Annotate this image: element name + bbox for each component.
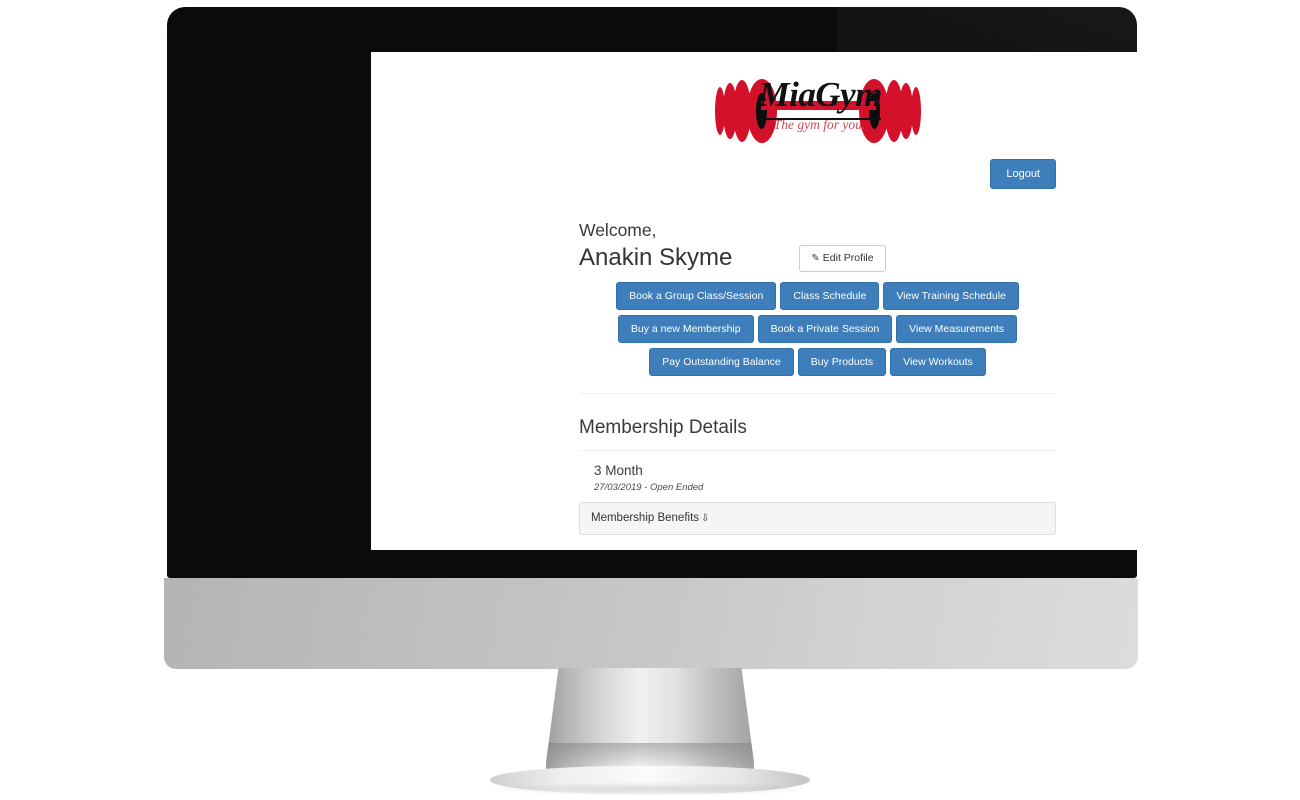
welcome-block: Welcome, Anakin Skyme ✎ Edit Profile xyxy=(579,218,1056,273)
action-row-3: Pay Outstanding Balance Buy Products Vie… xyxy=(579,348,1056,376)
edit-profile-button[interactable]: ✎ Edit Profile xyxy=(799,244,886,272)
membership-plan-dates: 27/03/2019 - Open Ended xyxy=(594,482,704,493)
page-container: Logout Welcome, Anakin Skyme ✎ Edit Profi… xyxy=(579,159,1056,550)
book-group-class-button[interactable]: Book a Group Class/Session xyxy=(616,282,777,310)
action-row-1: Book a Group Class/Session Class Schedul… xyxy=(579,282,1056,310)
buy-new-membership-button[interactable]: Buy a new Membership xyxy=(617,315,754,343)
section-divider xyxy=(579,393,1056,394)
welcome-greeting: Welcome, xyxy=(579,220,657,240)
book-private-session-button[interactable]: Book a Private Session xyxy=(757,315,893,343)
monitor-stand-neck xyxy=(546,668,754,778)
view-workouts-button[interactable]: View Workouts xyxy=(890,348,986,376)
monitor-chin xyxy=(164,578,1138,669)
membership-item: 3 Month 27/03/2019 - Open Ended xyxy=(579,462,1056,495)
membership-details-title: Membership Details xyxy=(579,417,747,438)
membership-benefits-label: Membership Benefits xyxy=(591,512,700,524)
edit-pencil-icon: ✎ xyxy=(811,252,820,264)
class-schedule-button[interactable]: Class Schedule xyxy=(780,282,880,310)
brand-name: MiaGym xyxy=(758,72,882,120)
monitor-screen: MiaGym The gym for you. Logout Welcome, … xyxy=(371,52,1137,550)
action-button-grid: Book a Group Class/Session Class Schedul… xyxy=(579,282,1056,376)
view-training-schedule-button[interactable]: View Training Schedule xyxy=(883,282,1019,310)
pay-outstanding-balance-button[interactable]: Pay Outstanding Balance xyxy=(649,348,794,376)
web-page: MiaGym The gym for you. Logout Welcome, … xyxy=(371,52,1137,550)
buy-products-button[interactable]: Buy Products xyxy=(797,348,887,376)
logout-row: Logout xyxy=(579,159,1056,189)
site-logo: MiaGym The gym for you. xyxy=(371,73,1137,148)
membership-plan-name: 3 Month xyxy=(594,463,643,478)
user-name: Anakin Skyme xyxy=(579,244,733,271)
user-name-row: Anakin Skyme ✎ Edit Profile xyxy=(579,243,1056,273)
membership-benefits-toggle[interactable]: Membership Benefits ⇩ xyxy=(579,502,1056,535)
monitor-bezel: MiaGym The gym for you. Logout Welcome, … xyxy=(167,7,1137,578)
screenshot-stage: MiaGym The gym for you. Logout Welcome, … xyxy=(0,0,1300,800)
edit-profile-label: Edit Profile xyxy=(822,251,874,264)
monitor-stand-shadow xyxy=(486,782,816,796)
chevron-double-down-icon: ⇩ xyxy=(701,513,710,524)
action-row-2: Buy a new Membership Book a Private Sess… xyxy=(579,315,1056,343)
logout-button[interactable]: Logout xyxy=(990,159,1056,189)
logo-graphic: MiaGym The gym for you. xyxy=(714,72,921,148)
membership-rule xyxy=(579,450,1056,451)
view-measurements-button[interactable]: View Measurements xyxy=(896,315,1018,343)
